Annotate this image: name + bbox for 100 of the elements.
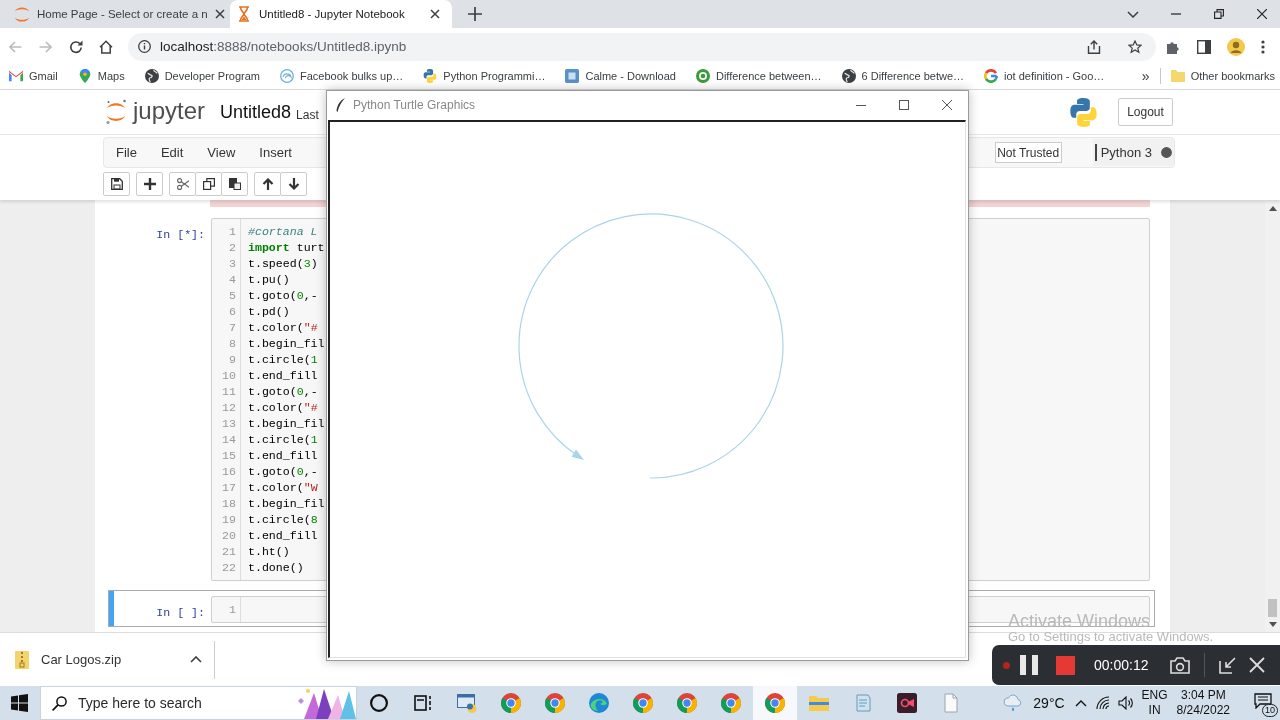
- download-item[interactable]: Car Logos.zip: [0, 633, 214, 686]
- notification-count: 10: [1262, 704, 1278, 717]
- bookmark-star-icon[interactable]: [1128, 39, 1142, 54]
- line-number: 17: [222, 481, 236, 494]
- browser-tab[interactable]: Untitled8 - Jupyter Notebook: [230, 0, 452, 28]
- stop-icon[interactable]: [1056, 655, 1075, 675]
- bookmark-folder[interactable]: Other bookmarks: [1170, 70, 1275, 82]
- chevron-down-icon[interactable]: [1127, 10, 1139, 18]
- line-number: 18: [222, 497, 236, 510]
- editor-window-icon: [457, 693, 477, 713]
- chevron-up-icon[interactable]: [1074, 699, 1087, 707]
- save-button[interactable]: [103, 172, 130, 196]
- move-down-button[interactable]: [280, 172, 307, 196]
- bookmark-link[interactable]: Difference between…: [695, 69, 822, 83]
- bookmark-link[interactable]: Facebook bulks up…: [280, 69, 404, 83]
- close-icon[interactable]: [1257, 9, 1267, 19]
- bookmark-link[interactable]: Developer Program: [144, 69, 260, 83]
- menu-item[interactable]: Edit: [148, 145, 196, 160]
- camera-icon[interactable]: [1169, 656, 1190, 674]
- scissors-icon: [176, 178, 189, 190]
- folder-icon: [1170, 70, 1185, 82]
- new-tab-plus-icon[interactable]: [468, 7, 482, 21]
- temperature-text[interactable]: 29°C: [1033, 695, 1065, 711]
- more-bookmarks-button[interactable]: »: [1141, 68, 1150, 84]
- copy-button[interactable]: [195, 172, 222, 196]
- bookmark-link[interactable]: Maps: [77, 69, 125, 83]
- line-number: 19: [222, 513, 236, 526]
- notebook-title[interactable]: Untitled8: [220, 101, 292, 123]
- search-input[interactable]: Type here to search: [78, 693, 294, 713]
- bookmark-link[interactable]: iot definition - Goo…: [984, 69, 1105, 83]
- speaker-icon[interactable]: [1117, 696, 1134, 710]
- bookmark-link[interactable]: Python Programmi…: [423, 69, 546, 83]
- move-up-button[interactable]: [254, 172, 281, 196]
- pause-icon[interactable]: [1020, 655, 1038, 675]
- code-line: t.end_fill: [248, 449, 318, 462]
- menu-item[interactable]: Insert: [247, 145, 304, 160]
- chevron-up-icon[interactable]: [190, 656, 202, 663]
- checkpoint-text: Last: [296, 107, 319, 122]
- line-number: 15: [222, 449, 236, 462]
- notification-icon[interactable]: [1254, 693, 1272, 709]
- code-line: t.begin_fil: [248, 497, 325, 510]
- puzzle-piece-icon[interactable]: [1166, 39, 1180, 54]
- line-number: 1: [229, 603, 236, 616]
- close-icon[interactable]: [214, 9, 225, 19]
- browser-icon: [501, 693, 521, 713]
- line-number: 10: [222, 369, 236, 382]
- zip-file-icon: [15, 650, 29, 669]
- line-number: 6: [229, 305, 236, 318]
- browser-tab[interactable]: Home Page - Select or create a n: [8, 0, 230, 28]
- code-line: t.end_fill: [248, 369, 318, 382]
- share-icon[interactable]: [1087, 39, 1101, 54]
- shrink-window-icon[interactable]: [1218, 656, 1236, 674]
- insert-cell-button[interactable]: [136, 172, 163, 196]
- logo-text[interactable]: jupyter: [133, 98, 206, 123]
- windows-logo-icon[interactable]: [11, 694, 28, 712]
- code-line: t.begin_fil: [248, 417, 325, 430]
- close-icon[interactable]: [942, 100, 952, 110]
- bookmark-link[interactable]: 6 Difference betwe…: [841, 69, 965, 83]
- info-icon[interactable]: [138, 40, 151, 53]
- jupyter-logo-icon: [14, 5, 30, 23]
- scrollbar-thumb[interactable]: [1268, 599, 1277, 617]
- more-menu-icon[interactable]: [1261, 39, 1265, 54]
- menu-item[interactable]: View: [195, 145, 248, 160]
- side-panel-icon[interactable]: [1197, 39, 1211, 54]
- line-number: 16: [222, 465, 236, 478]
- code-line: t.color("#: [248, 401, 318, 414]
- cut-button[interactable]: [169, 172, 196, 196]
- envelope-icon: [9, 69, 23, 83]
- reload-icon[interactable]: [69, 39, 83, 54]
- close-icon[interactable]: [430, 9, 440, 19]
- globe-icon: [841, 69, 856, 83]
- address-bar[interactable]: localhost:8888/notebooks/Untitled8.ipynb: [128, 32, 1156, 61]
- network-icon[interactable]: [1095, 696, 1110, 710]
- language-indicator[interactable]: ENG IN: [1141, 688, 1168, 718]
- logout-button[interactable]: Logout: [1118, 98, 1173, 126]
- code-line: t.ht(): [248, 545, 290, 558]
- task-view-icon: [414, 695, 432, 711]
- copy-icon: [202, 178, 215, 190]
- restore-icon[interactable]: [1214, 9, 1224, 19]
- line-number: 20: [222, 529, 236, 542]
- trust-button[interactable]: Not Trusted: [994, 142, 1062, 163]
- code-line: import turt: [248, 241, 325, 254]
- paste-button[interactable]: [221, 172, 248, 196]
- bookmark-link[interactable]: Gmail: [9, 69, 58, 83]
- code-line: t.begin_fil: [248, 337, 325, 350]
- scroll-up-arrow-icon[interactable]: [1268, 206, 1277, 211]
- home-icon[interactable]: [99, 39, 113, 54]
- minimize-icon[interactable]: [856, 104, 866, 106]
- maximize-icon[interactable]: [899, 100, 909, 110]
- feather-icon: [336, 98, 345, 112]
- scroll-down-arrow-icon[interactable]: [1268, 622, 1277, 627]
- search-field[interactable]: Type here to search: [40, 686, 357, 720]
- jupyter-logo-icon[interactable]: [105, 99, 127, 125]
- code-line: t.color("#: [248, 321, 318, 334]
- profile-avatar-icon[interactable]: [1227, 37, 1245, 56]
- line-number: 12: [222, 401, 236, 414]
- bookmark-link[interactable]: Calme - Download: [565, 69, 676, 83]
- menu-item[interactable]: File: [104, 145, 149, 160]
- clock[interactable]: 3:04 PM 8/24/2022: [1176, 688, 1230, 718]
- line-number: 2: [229, 241, 236, 254]
